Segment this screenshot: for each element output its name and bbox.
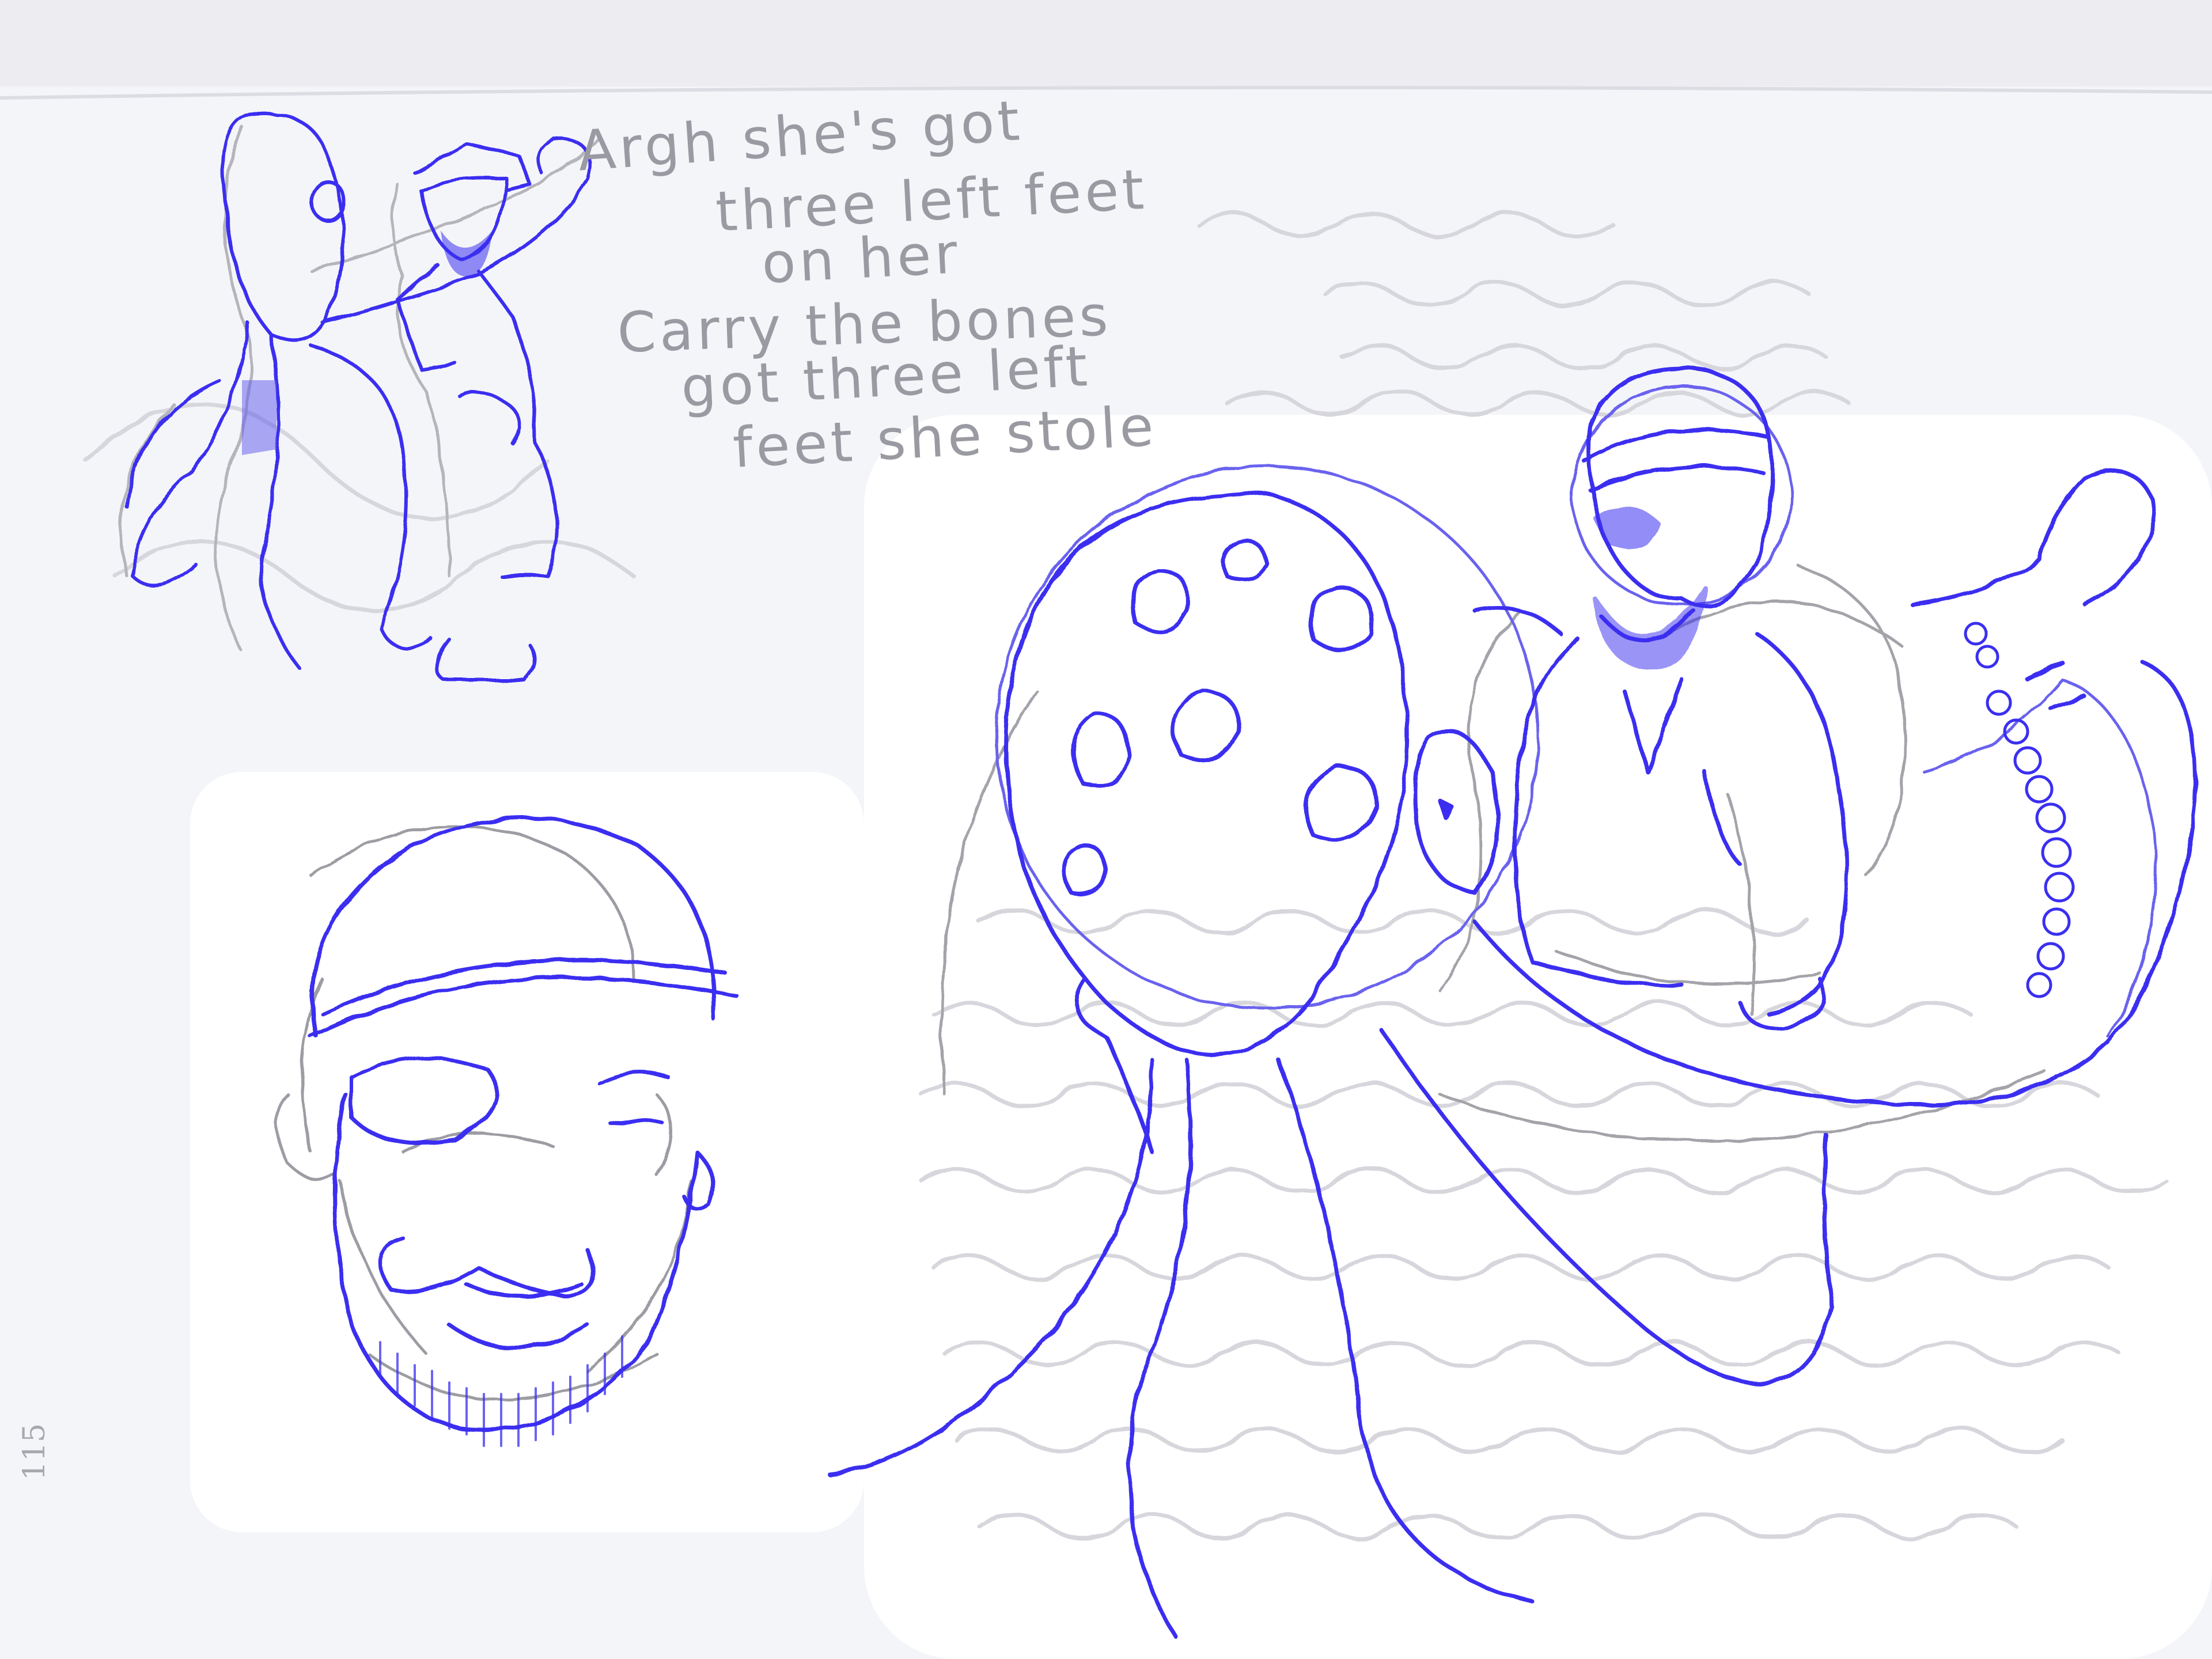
page-number: 115 [17,1423,52,1480]
page-shadow-top [0,0,2212,86]
handwriting-line-3: on her [760,221,963,296]
pencil-sketches [0,0,2212,1659]
white-cutout-left [190,772,864,1532]
white-cutout-right [864,415,2212,1659]
sketchbook-page: Argh she's got three left feet on her Ca… [0,0,2212,1659]
